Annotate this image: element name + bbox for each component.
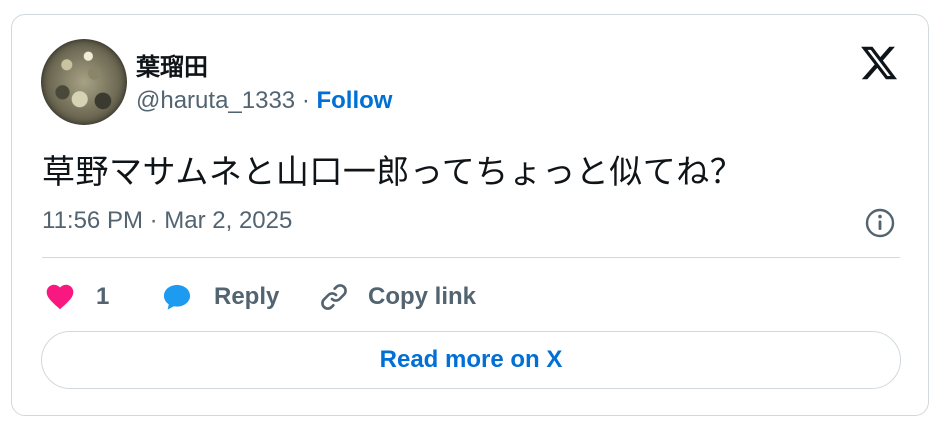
heart-icon xyxy=(44,281,76,313)
copy-link-button[interactable]: Copy link xyxy=(318,277,476,317)
author-display-name[interactable]: 葉瑠田 xyxy=(136,47,208,82)
copy-link-label: Copy link xyxy=(368,283,477,310)
reply-button[interactable]: Reply xyxy=(160,277,279,317)
tweet-embed-card: 葉瑠田 @haruta_1333 · Follow 草野マサムネと山口一郎ってち… xyxy=(11,14,929,416)
author-handle[interactable]: @haruta_1333 xyxy=(136,87,295,114)
like-count: 1 xyxy=(96,283,110,310)
x-logo-icon[interactable] xyxy=(858,43,900,83)
follow-link[interactable]: Follow xyxy=(316,87,392,114)
speech-bubble-icon xyxy=(160,281,194,313)
divider xyxy=(42,257,900,258)
author-handle-row: @haruta_1333 · Follow xyxy=(136,87,392,115)
like-button[interactable]: 1 xyxy=(44,277,109,317)
read-more-button[interactable]: Read more on X xyxy=(41,331,901,389)
info-icon[interactable] xyxy=(864,207,896,239)
avatar[interactable] xyxy=(41,39,127,125)
tweet-text: 草野マサムネと山口一郎ってちょっと似てね？ xyxy=(42,152,744,191)
handle-separator: · xyxy=(295,87,317,114)
link-icon xyxy=(318,281,350,313)
reply-label: Reply xyxy=(214,283,280,310)
tweet-timestamp[interactable]: 11:56 PM · Mar 2, 2025 xyxy=(42,207,292,235)
